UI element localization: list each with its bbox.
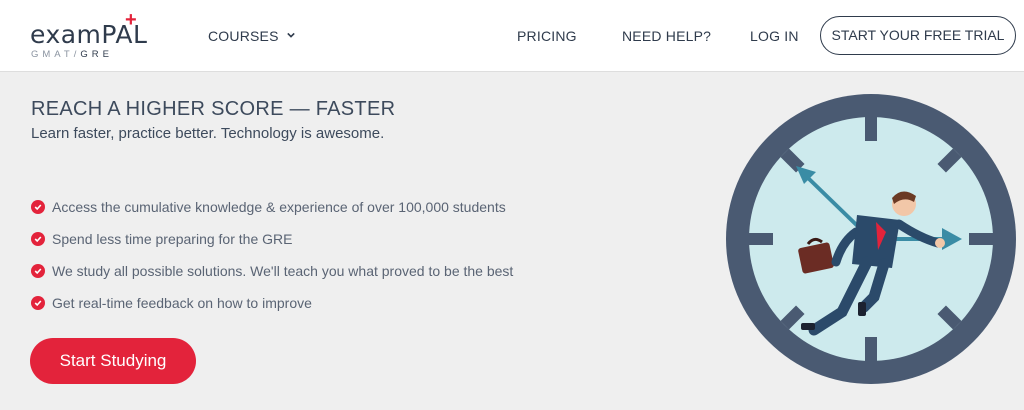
feature-item: Spend less time preparing for the GRE — [31, 223, 513, 255]
feature-item: Access the cumulative knowledge & experi… — [31, 191, 513, 223]
hero-headline: REACH A HIGHER SCORE — FASTER — [31, 98, 396, 120]
logo-subtitle: GMAT/GRE — [31, 49, 113, 60]
feature-item: We study all possible solutions. We'll t… — [31, 255, 513, 287]
nav-need-help[interactable]: NEED HELP? — [622, 28, 711, 44]
feature-item: Get real-time feedback on how to improve — [31, 287, 513, 319]
check-circle-icon — [31, 264, 45, 278]
exampal-logo[interactable]: examPAL + GMAT/GRE — [30, 9, 160, 62]
feature-list: Access the cumulative knowledge & experi… — [31, 191, 513, 319]
nav-pricing[interactable]: PRICING — [517, 28, 577, 44]
nav-courses-label: COURSES — [208, 28, 279, 44]
check-circle-icon — [31, 200, 45, 214]
feature-text: Access the cumulative knowledge & experi… — [52, 199, 506, 215]
check-circle-icon — [31, 232, 45, 246]
feature-text: Spend less time preparing for the GRE — [52, 231, 293, 247]
clock-runner-illustration — [726, 94, 1016, 384]
start-studying-button[interactable]: Start Studying — [30, 338, 196, 384]
nav-courses[interactable]: COURSES — [208, 28, 295, 44]
start-free-trial-button[interactable]: START YOUR FREE TRIAL — [820, 16, 1016, 55]
nav-login[interactable]: LOG IN — [750, 28, 799, 44]
feature-text: We study all possible solutions. We'll t… — [52, 263, 514, 279]
chevron-down-icon — [286, 32, 295, 38]
check-circle-icon — [31, 296, 45, 310]
hero-subline: Learn faster, practice better. Technolog… — [31, 125, 385, 142]
logo-plus-icon: + — [125, 9, 137, 31]
top-navbar: examPAL + GMAT/GRE COURSES PRICING NEED … — [0, 0, 1024, 72]
feature-text: Get real-time feedback on how to improve — [52, 295, 312, 311]
